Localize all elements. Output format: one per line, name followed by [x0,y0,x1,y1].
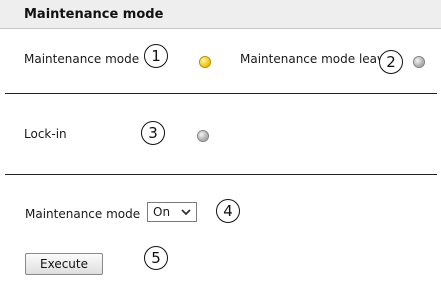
lockin-label: Lock-in [24,127,67,141]
maintenance-mode-led-icon [200,57,210,67]
maintenance-mode-leave-led-icon [414,57,424,67]
maintenance-mode-leave-label: Maintenance mode leave [240,52,390,66]
status-section: Maintenance mode Maintenance mode leave [0,28,441,94]
panel-header: Maintenance mode [0,0,441,29]
callout-5: 5 [144,246,168,270]
callout-1: 1 [144,44,168,68]
callout-4: 4 [216,199,240,223]
select-value: On [153,205,171,219]
chevron-down-icon [181,209,191,216]
callout-2: 2 [379,50,403,74]
maintenance-mode-status-label: Maintenance mode [24,52,140,66]
lockin-led-icon [198,131,208,141]
execute-button[interactable]: Execute [25,253,103,275]
lockin-section: Lock-in [0,94,441,174]
maintenance-mode-select[interactable]: On [147,202,197,222]
maintenance-mode-control-label: Maintenance mode [25,207,141,221]
callout-3: 3 [141,121,165,145]
panel-title: Maintenance mode [24,7,164,22]
